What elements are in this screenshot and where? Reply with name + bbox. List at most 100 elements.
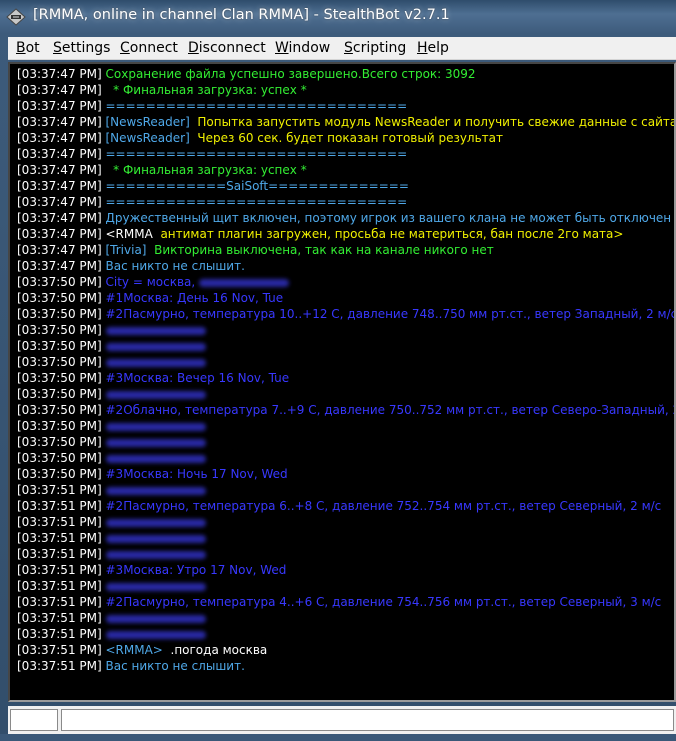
chat-text: Сохранение файла успешно завершено.Всего… — [105, 67, 476, 81]
chat-timestamp: [03:37:51 PM] — [17, 563, 102, 577]
redacted-text — [105, 422, 206, 431]
menu-disconnect[interactable]: Disconnect — [188, 40, 266, 56]
chat-timestamp: [03:37:47 PM] — [17, 67, 102, 81]
chat-text: [NewsReader] — [105, 131, 190, 145]
chat-timestamp: [03:37:51 PM] — [17, 595, 102, 609]
redacted-text — [105, 486, 206, 495]
redacted-text — [105, 630, 206, 639]
chat-line: [03:37:51 PM] — [17, 482, 206, 498]
menu-settings[interactable]: Settings — [53, 40, 110, 56]
redacted-text — [105, 614, 206, 623]
chat-timestamp: [03:37:50 PM] — [17, 403, 102, 417]
redacted-text — [105, 518, 206, 527]
chat-line: [03:37:47 PM] ============SaiSoft=======… — [17, 178, 409, 194]
chat-timestamp: [03:37:47 PM] — [17, 179, 102, 193]
redacted-text — [105, 342, 206, 351]
chat-line: [03:37:47 PM] ==========================… — [17, 98, 407, 114]
stealthbot-app-icon[interactable] — [6, 8, 26, 26]
window-bottom-edge — [0, 734, 676, 741]
chat-line: [03:37:50 PM] City = москва, — [17, 274, 289, 290]
chat-timestamp: [03:37:47 PM] — [17, 115, 102, 129]
chat-line: [03:37:51 PM] — [17, 530, 206, 546]
chat-text: #1Москва: День 16 Nov, Tue — [105, 291, 284, 305]
chat-line: [03:37:47 PM] ==========================… — [17, 146, 407, 162]
chat-text: #3Москва: Утро 17 Nov, Wed — [105, 563, 287, 577]
chat-text: [NewsReader] — [105, 115, 190, 129]
chat-line: [03:37:47 PM] Сохранение файла успешно з… — [17, 66, 476, 82]
chat-line: [03:37:47 PM] <RMMA антимат плагин загру… — [17, 226, 623, 242]
chat-line: [03:37:50 PM] — [17, 322, 206, 338]
chat-log[interactable]: [03:37:47 PM] Сохранение файла успешно з… — [8, 62, 676, 702]
chat-line: [03:37:51 PM] — [17, 610, 206, 626]
chat-text: #2Пасмурно, температура 4..+6 С, давлени… — [105, 595, 662, 609]
chat-timestamp: [03:37:47 PM] — [17, 259, 102, 273]
chat-timestamp: [03:37:47 PM] — [17, 243, 102, 257]
status-cell-left — [10, 709, 58, 731]
chat-timestamp: [03:37:51 PM] — [17, 499, 102, 513]
redacted-text — [105, 534, 206, 543]
chat-line: [03:37:47 PM] Дружественный щит включен,… — [17, 210, 676, 226]
chat-timestamp: [03:37:51 PM] — [17, 643, 102, 657]
chat-timestamp: [03:37:47 PM] — [17, 195, 102, 209]
redacted-text — [105, 390, 206, 399]
chat-timestamp: [03:37:51 PM] — [17, 483, 102, 497]
chat-timestamp: [03:37:47 PM] — [17, 131, 102, 145]
chat-text: #2Пасмурно, температура 10..+12 С, давле… — [105, 307, 676, 321]
menu-scripting[interactable]: Scripting — [344, 40, 406, 56]
chat-timestamp: [03:37:51 PM] — [17, 611, 102, 625]
chat-line: [03:37:50 PM] — [17, 338, 206, 354]
chat-line: [03:37:50 PM] — [17, 434, 206, 450]
chat-line: [03:37:50 PM] #2Облачно, температура 7..… — [17, 402, 674, 418]
chat-timestamp: [03:37:50 PM] — [17, 323, 102, 337]
menu-help[interactable]: Help — [417, 40, 449, 56]
chat-timestamp: [03:37:47 PM] — [17, 99, 102, 113]
redacted-text — [105, 358, 206, 367]
redacted-text — [105, 438, 206, 447]
chat-timestamp: [03:37:50 PM] — [17, 355, 102, 369]
chat-timestamp: [03:37:51 PM] — [17, 547, 102, 561]
chat-line: [03:37:50 PM] #1Москва: День 16 Nov, Tue — [17, 290, 283, 306]
redacted-text — [199, 278, 289, 287]
chat-text: Вас никто не слышит. — [105, 259, 245, 273]
chat-line: [03:37:50 PM] — [17, 418, 206, 434]
chat-line: [03:37:51 PM] — [17, 626, 206, 642]
chat-line: [03:37:50 PM] — [17, 354, 206, 370]
chat-text: Дружественный щит включен, поэтому игрок… — [105, 211, 676, 225]
menu-connect[interactable]: Connect — [120, 40, 178, 56]
chat-text: .погода москва — [162, 643, 268, 657]
chat-text: <RMMA — [105, 227, 161, 241]
chat-text: #3Москва: Ночь 17 Nov, Wed — [105, 467, 288, 481]
chat-line: [03:37:50 PM] — [17, 386, 206, 402]
redacted-text — [105, 326, 206, 335]
chat-text: ============SaiSoft============== — [105, 179, 409, 193]
redacted-text — [105, 550, 206, 559]
chat-text: Викторина выключена, так как на канале н… — [146, 243, 494, 257]
menu-bot[interactable]: Bot — [16, 40, 40, 56]
chat-line: [03:37:50 PM] #3Москва: Ночь 17 Nov, Wed — [17, 466, 288, 482]
chat-line: [03:37:47 PM] [NewsReader] Через 60 сек.… — [17, 130, 503, 146]
chat-line: [03:37:51 PM] <RMMA> .погода москва — [17, 642, 267, 658]
menu-window[interactable]: Window — [275, 40, 330, 56]
chat-text: ============================== — [105, 147, 408, 161]
chat-line: [03:37:47 PM] * Финальная загрузка: успе… — [17, 82, 307, 98]
chat-line: [03:37:51 PM] Вас никто не слышит. — [17, 658, 245, 674]
chat-line: [03:37:51 PM] — [17, 514, 206, 530]
chat-timestamp: [03:37:47 PM] — [17, 227, 102, 241]
chat-text: [Trivia] — [105, 243, 147, 257]
chat-line: [03:37:47 PM] Вас никто не слышит. — [17, 258, 245, 274]
redacted-text — [105, 582, 206, 591]
chat-line: [03:37:51 PM] #2Пасмурно, температура 6.… — [17, 498, 661, 514]
chat-timestamp: [03:37:50 PM] — [17, 435, 102, 449]
chat-text: Вас никто не слышит. — [105, 659, 245, 673]
chat-text: #2Пасмурно, температура 6..+8 С, давлени… — [105, 499, 662, 513]
window-title: [RMMA, online in channel Clan RMMA] - St… — [33, 7, 450, 23]
chat-line: [03:37:51 PM] #3Москва: Утро 17 Nov, Wed — [17, 562, 286, 578]
chat-timestamp: [03:37:51 PM] — [17, 579, 102, 593]
chat-text: <RMMA> — [105, 643, 163, 657]
title-bar[interactable]: [RMMA, online in channel Clan RMMA] - St… — [0, 0, 676, 36]
chat-line: [03:37:50 PM] #3Москва: Вечер 16 Nov, Tu… — [17, 370, 289, 386]
chat-text: * Финальная загрузка: успех * — [105, 163, 307, 177]
chat-timestamp: [03:37:47 PM] — [17, 163, 102, 177]
app-window: [RMMA, online in channel Clan RMMA] - St… — [0, 0, 676, 741]
chat-line: [03:37:50 PM] — [17, 450, 206, 466]
